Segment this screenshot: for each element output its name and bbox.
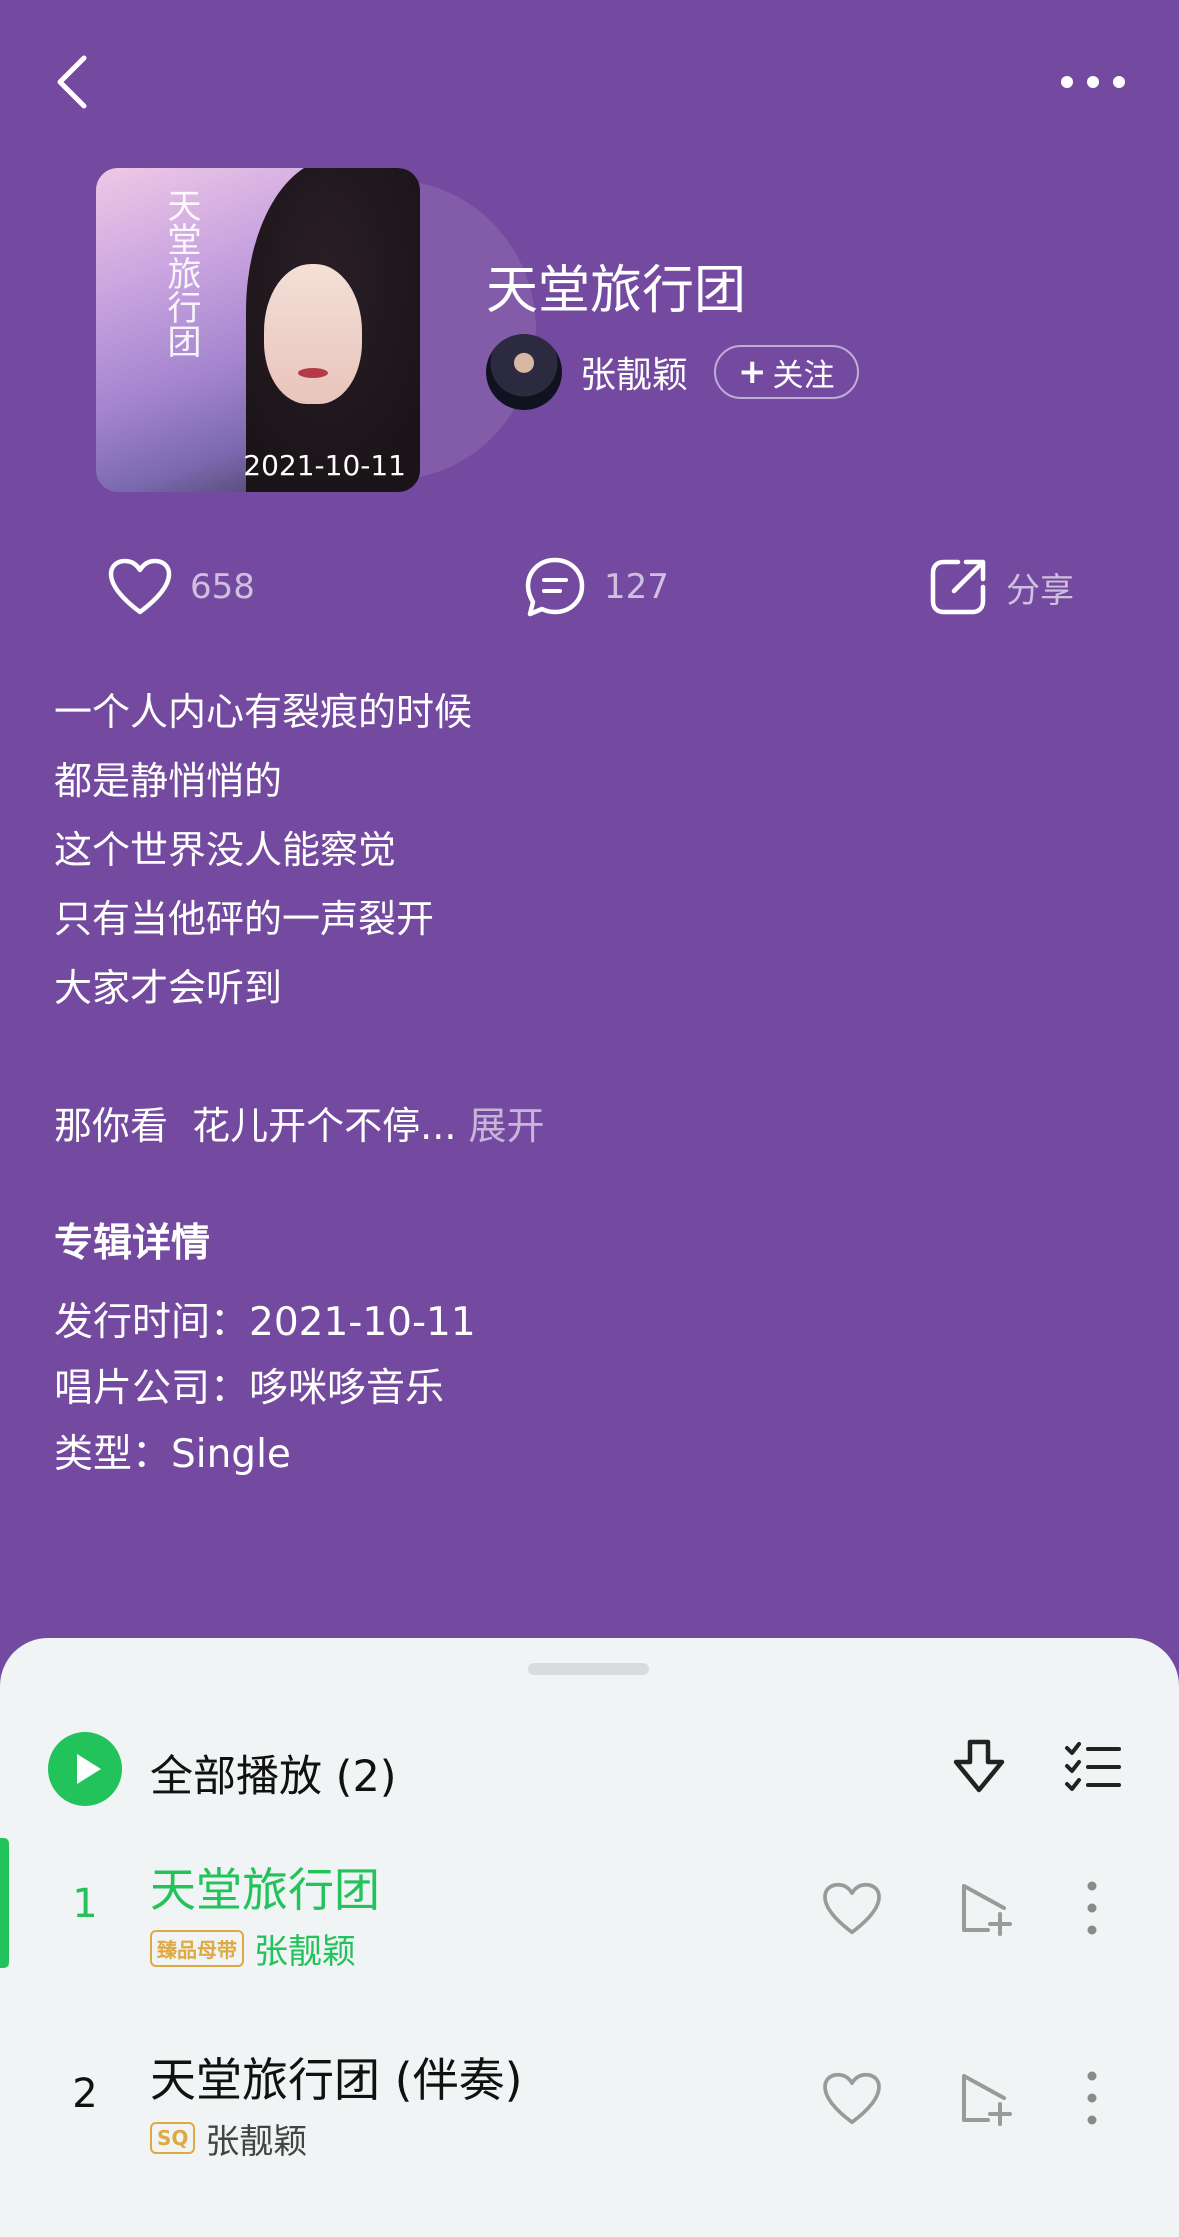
top-bar <box>0 0 1179 160</box>
description-line: 只有当他砰的一声裂开 <box>54 897 435 941</box>
track-artist[interactable]: 张靓颖 <box>254 1924 356 1973</box>
more-vertical-icon <box>1087 1881 1097 1935</box>
details-title: 专辑详情 <box>54 1221 211 1266</box>
download-icon <box>953 1739 1005 1793</box>
back-icon <box>57 55 87 109</box>
album-type: 类型：Single <box>54 1432 291 1477</box>
track-artist[interactable]: 张靓颖 <box>205 2114 307 2163</box>
quality-badge: SQ <box>150 2122 196 2154</box>
album-title: 天堂旅行团 <box>486 261 747 321</box>
multiselect-button[interactable] <box>1064 1740 1122 1796</box>
back-button[interactable] <box>50 52 100 112</box>
comment-count: 127 <box>604 567 669 607</box>
heart-icon <box>823 2072 881 2125</box>
cover-date: 2021-10-11 <box>243 449 406 482</box>
share-icon <box>930 559 986 615</box>
add-to-playlist-button[interactable] <box>958 1880 1014 1936</box>
expand-link[interactable]: 展开 <box>469 1104 545 1148</box>
track-like-button[interactable] <box>822 1882 882 1936</box>
more-button[interactable] <box>1058 62 1128 102</box>
album-cover-area[interactable]: 天堂旅行团 2021-10-11 <box>96 168 536 492</box>
track-row[interactable]: 1 天堂旅行团 臻品母带 张靓颖 <box>0 1838 1179 1988</box>
multiselect-icon <box>1065 1742 1121 1791</box>
comment-icon <box>525 557 585 617</box>
description-line: 一个人内心有裂痕的时候 <box>54 690 473 734</box>
like-count: 658 <box>190 567 255 607</box>
track-more-button[interactable] <box>1080 2070 1104 2126</box>
track-like-button[interactable] <box>822 2072 882 2126</box>
more-icon <box>1061 76 1125 88</box>
description-line: 大家才会听到 <box>54 966 283 1010</box>
now-playing-indicator <box>0 1838 9 1968</box>
description-line: 都是静悄悄的 <box>54 759 283 803</box>
description-line: 这个世界没人能察觉 <box>54 828 397 872</box>
download-button[interactable] <box>950 1738 1008 1798</box>
stats-row: 658 127 分享 <box>0 552 1179 622</box>
album-details: 发行时间：2021-10-11 唱片公司：哆咪哆音乐 类型：Single <box>54 1290 476 1488</box>
artist-avatar[interactable] <box>486 334 562 410</box>
play-all-button[interactable] <box>48 1732 122 1806</box>
play-all-row: 全部播放 (2) <box>0 1732 1179 1808</box>
album-cover[interactable]: 天堂旅行团 2021-10-11 <box>96 168 420 492</box>
cover-art-text: 天堂旅行团 <box>161 188 201 358</box>
record-label: 唱片公司：哆咪哆音乐 <box>54 1366 445 1411</box>
description-line: 那你看 花儿开个不停... <box>54 1104 457 1148</box>
heart-icon <box>108 558 172 615</box>
heart-icon <box>823 1882 881 1935</box>
track-title: 天堂旅行团 (伴奏) <box>150 2053 523 2107</box>
artist-row: 张靓颖 + 关注 <box>486 334 859 410</box>
track-row[interactable]: 2 天堂旅行团 (伴奏) SQ 张靓颖 <box>0 2028 1179 2178</box>
comment-stat[interactable]: 127 <box>524 552 669 622</box>
play-all-label[interactable]: 全部播放 (2) <box>150 1742 397 1804</box>
share-label: 分享 <box>1006 570 1074 611</box>
album-description: 一个人内心有裂痕的时候 都是静悄悄的这个世界没人能察觉 只有当他砰的一声裂开 大家才会… <box>54 678 545 1161</box>
track-number: 1 <box>72 1881 98 1927</box>
like-stat[interactable]: 658 <box>108 552 255 622</box>
add-to-playlist-icon <box>962 2074 1012 2126</box>
track-number: 2 <box>72 2071 98 2117</box>
quality-badge: 臻品母带 <box>150 1929 244 1967</box>
add-to-playlist-icon <box>962 1884 1012 1936</box>
playlist-sheet: 全部播放 (2) 1 天堂旅行团 臻品母带 张靓颖 2 天堂旅行团 (伴奏) S… <box>0 1638 1179 2237</box>
track-more-button[interactable] <box>1080 1880 1104 1936</box>
follow-label: 关注 <box>772 357 835 394</box>
add-to-playlist-button[interactable] <box>958 2070 1014 2126</box>
plus-icon: + <box>738 352 767 392</box>
follow-button[interactable]: + 关注 <box>714 345 859 399</box>
drag-handle[interactable] <box>528 1663 649 1675</box>
release-date: 发行时间：2021-10-11 <box>54 1300 476 1345</box>
track-title: 天堂旅行团 <box>150 1863 380 1917</box>
share-stat[interactable]: 分享 <box>928 552 1074 622</box>
more-vertical-icon <box>1087 2071 1097 2125</box>
artist-name[interactable]: 张靓颖 <box>580 346 688 398</box>
